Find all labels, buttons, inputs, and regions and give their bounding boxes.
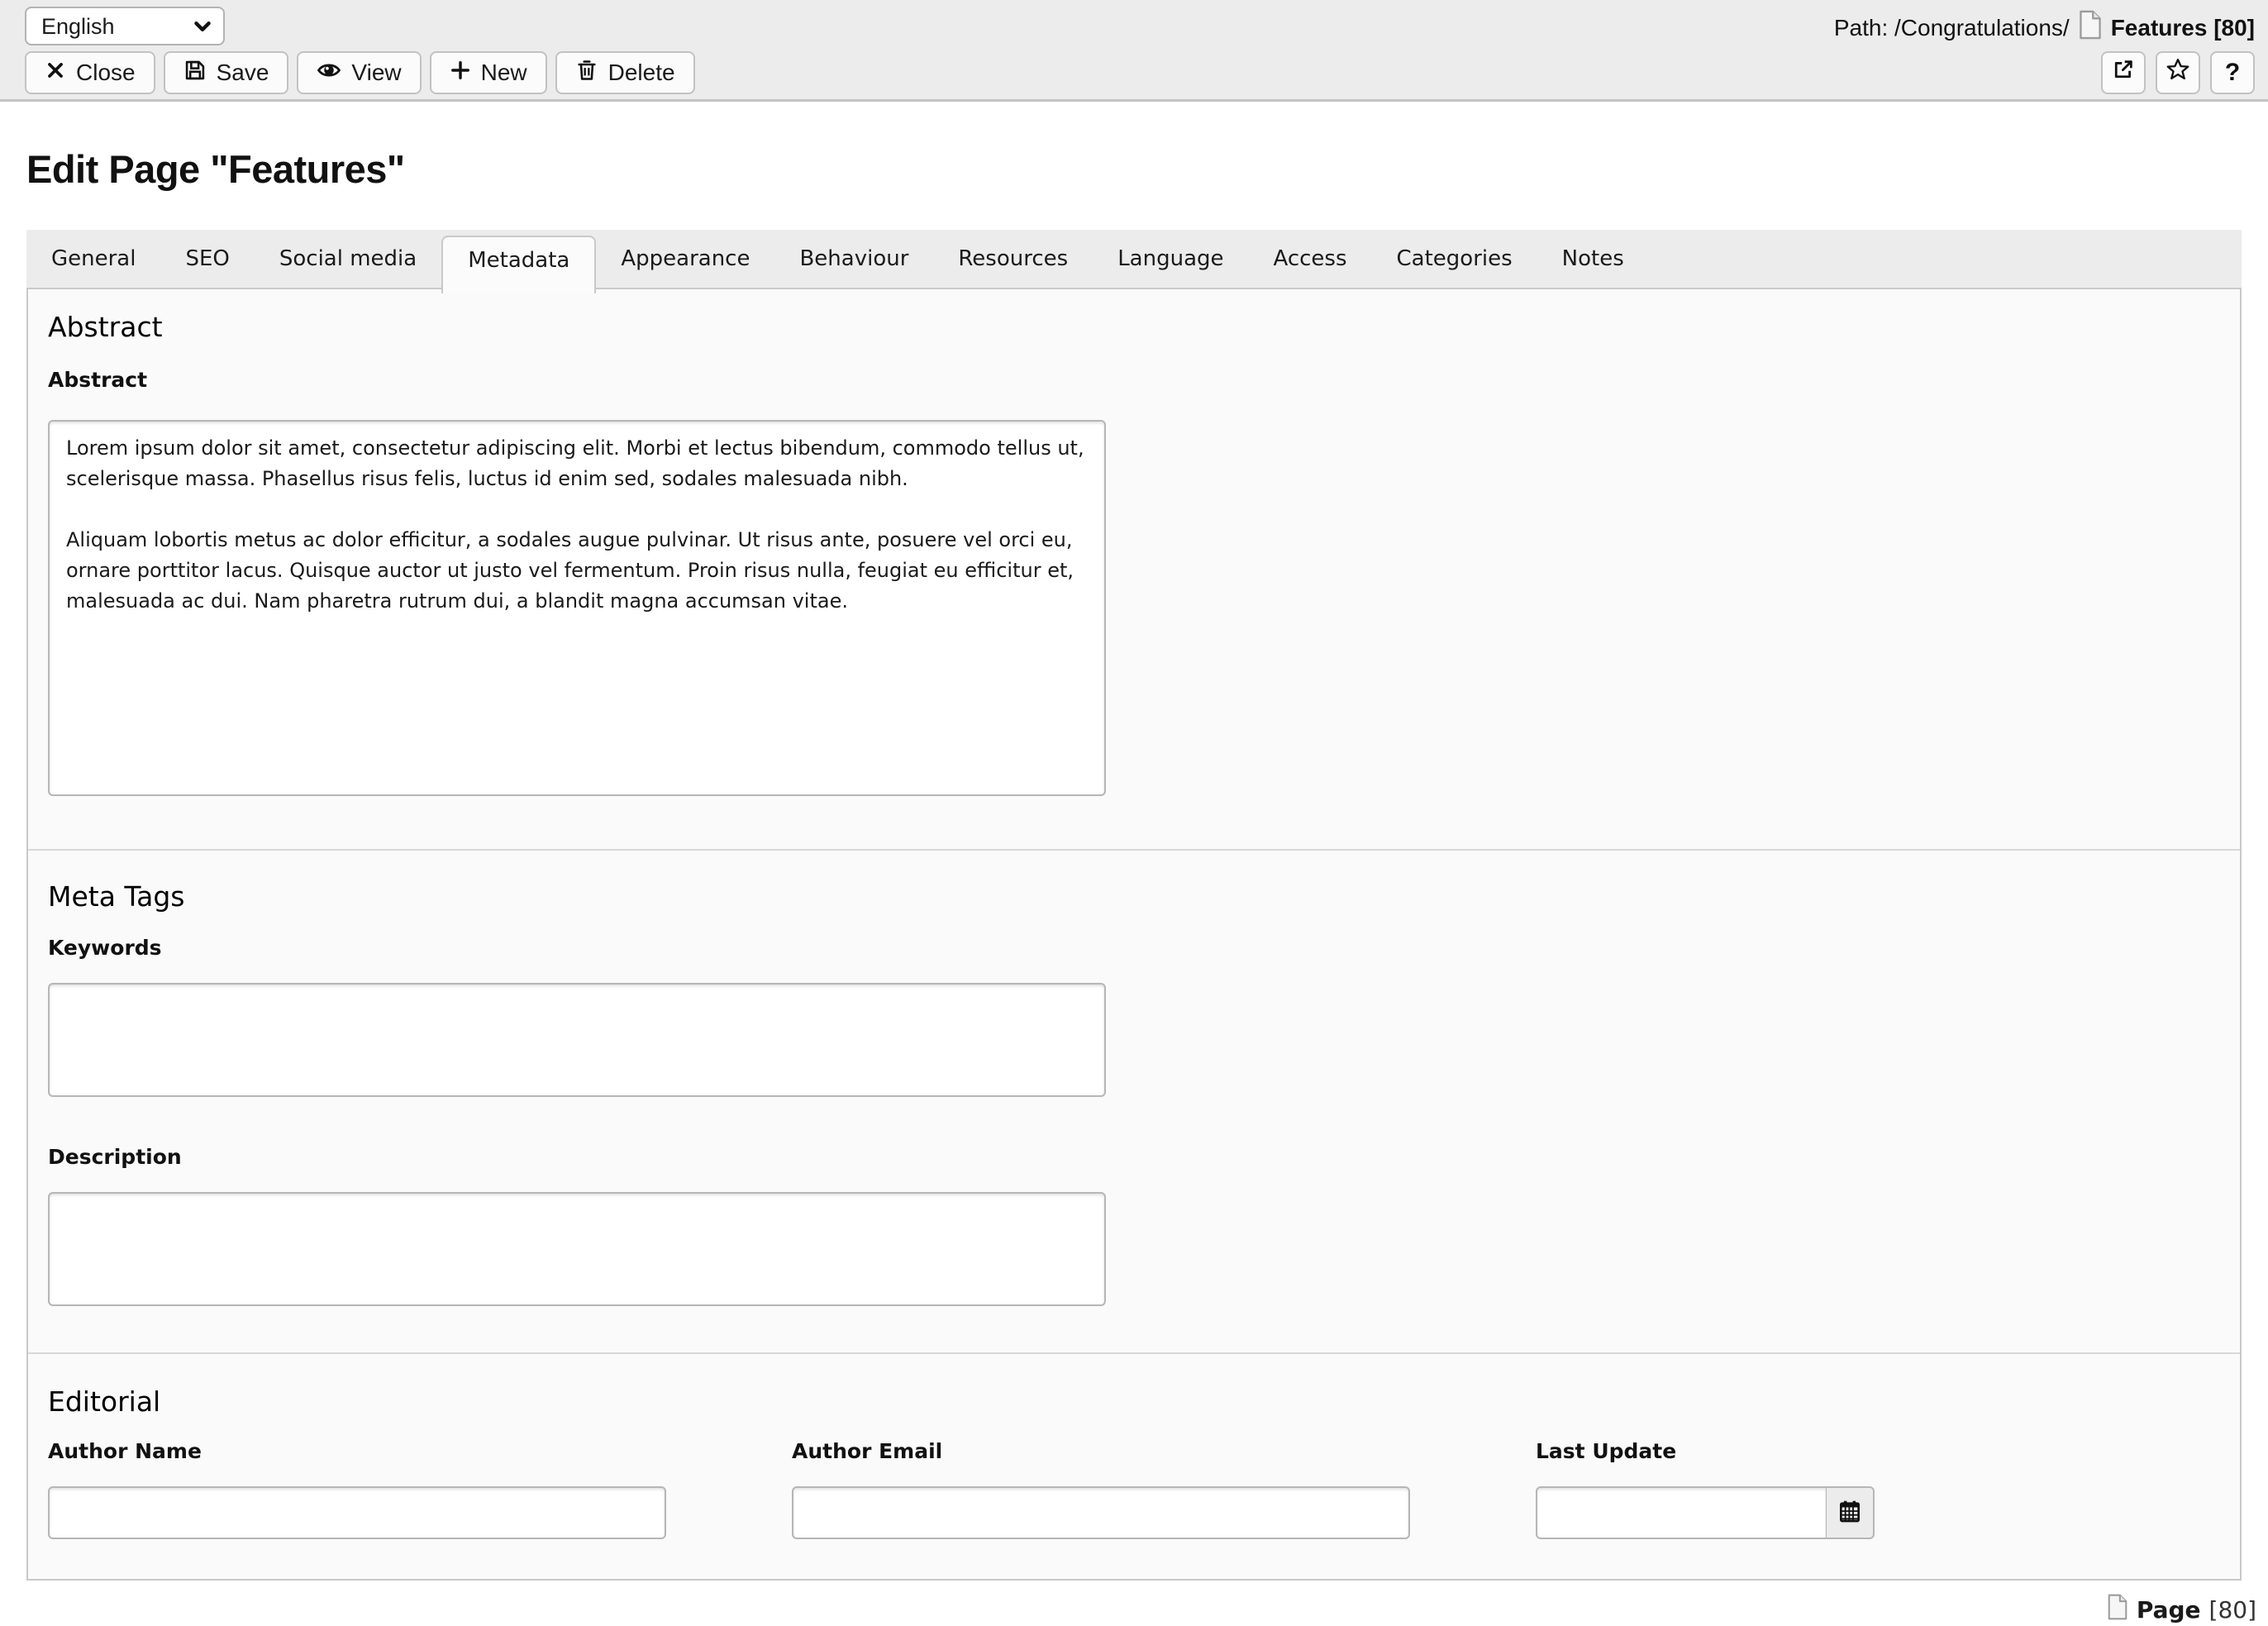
delete-button[interactable]: Delete: [555, 51, 695, 94]
new-button[interactable]: New: [429, 51, 547, 94]
language-select[interactable]: English: [25, 7, 225, 45]
delete-button-label: Delete: [608, 60, 675, 85]
section-title-abstract: Abstract: [48, 311, 163, 343]
metadata-tab-panel: Abstract Abstract Lorem ipsum dolor sit …: [26, 288, 2242, 1581]
abstract-field-label: Abstract: [48, 368, 148, 392]
tab-metadata[interactable]: Metadata: [441, 236, 597, 293]
calendar-icon: [1837, 1498, 1863, 1528]
author-email-field: Author Email: [792, 1418, 1536, 1539]
author-email-label: Author Email: [792, 1439, 943, 1463]
keywords-textarea[interactable]: [48, 983, 1106, 1097]
language-select-wrap: English: [25, 7, 225, 45]
plus-icon: [450, 60, 471, 87]
abstract-textarea[interactable]: Lorem ipsum dolor sit amet, consectetur …: [48, 420, 1106, 796]
new-button-label: New: [480, 60, 527, 85]
utility-buttons: ?: [2101, 51, 2255, 94]
description-textarea[interactable]: [48, 1192, 1106, 1306]
breadcrumb: Path: /Congratulations/ Features [80]: [1834, 10, 2255, 45]
tab-access[interactable]: Access: [1249, 230, 1372, 288]
author-name-label: Author Name: [48, 1439, 202, 1463]
close-icon: [45, 60, 66, 87]
tab-appearance[interactable]: Appearance: [596, 230, 774, 288]
page-record-icon: [2078, 10, 2103, 45]
section-meta-tags: Meta Tags Keywords Description: [28, 849, 2240, 1352]
trash-icon: [575, 59, 598, 88]
tab-resources[interactable]: Resources: [933, 230, 1093, 288]
page-footer-icon: [2107, 1594, 2128, 1626]
tab-categories[interactable]: Categories: [1372, 230, 1537, 288]
section-abstract: Abstract Abstract Lorem ipsum dolor sit …: [28, 289, 2240, 849]
last-update-input-group: [1536, 1486, 2220, 1539]
bookmark-button[interactable]: [2156, 51, 2200, 94]
page-title: Edit Page "Features": [26, 147, 405, 191]
author-email-input[interactable]: [792, 1486, 1410, 1539]
editorial-field-grid: Author Name Author Email Last Update: [48, 1418, 2220, 1539]
tab-notes[interactable]: Notes: [1537, 230, 1649, 288]
view-button-label: View: [351, 60, 402, 85]
eye-icon: [317, 58, 341, 88]
last-update-field: Last Update: [1536, 1418, 2220, 1539]
date-picker-button[interactable]: [1827, 1486, 1875, 1539]
tab-behaviour[interactable]: Behaviour: [774, 230, 933, 288]
open-in-new-window-button[interactable]: [2101, 51, 2146, 94]
author-name-field: Author Name: [48, 1418, 792, 1539]
help-button[interactable]: ?: [2210, 51, 2255, 94]
save-button-label: Save: [216, 60, 269, 85]
keywords-field-label: Keywords: [48, 936, 162, 960]
close-button-label: Close: [76, 60, 136, 85]
author-name-input[interactable]: [48, 1486, 666, 1539]
record-id-label: [80]: [2208, 1596, 2256, 1624]
tab-language[interactable]: Language: [1093, 230, 1248, 288]
question-mark-icon: ?: [2224, 59, 2241, 86]
record-title: Features [80]: [2110, 14, 2255, 41]
save-button[interactable]: Save: [163, 51, 289, 94]
path-label: Path: /Congratulations/: [1833, 14, 2070, 41]
view-button[interactable]: View: [297, 51, 422, 94]
tab-seo[interactable]: SEO: [160, 230, 254, 288]
last-update-input[interactable]: [1536, 1486, 1827, 1539]
tab-bar: General SEO Social media Metadata Appear…: [26, 230, 2242, 293]
record-footer: Page [80]: [0, 1594, 2256, 1626]
description-field-label: Description: [48, 1145, 182, 1169]
top-toolbar: English Close Save View New Delete Path:…: [0, 0, 2268, 102]
external-link-icon: [2112, 58, 2135, 88]
document-toolbar: Close Save View New Delete: [25, 51, 695, 94]
tab-general[interactable]: General: [26, 230, 160, 288]
tab-social-media[interactable]: Social media: [255, 230, 441, 288]
save-icon: [183, 59, 207, 88]
section-editorial: Editorial Author Name Author Email Last …: [28, 1352, 2240, 1579]
record-type-label: Page: [2136, 1596, 2201, 1624]
section-title-meta-tags: Meta Tags: [48, 880, 185, 913]
close-button[interactable]: Close: [25, 51, 155, 94]
last-update-label: Last Update: [1536, 1439, 1677, 1463]
star-icon: [2166, 57, 2190, 88]
section-title-editorial: Editorial: [48, 1385, 161, 1418]
